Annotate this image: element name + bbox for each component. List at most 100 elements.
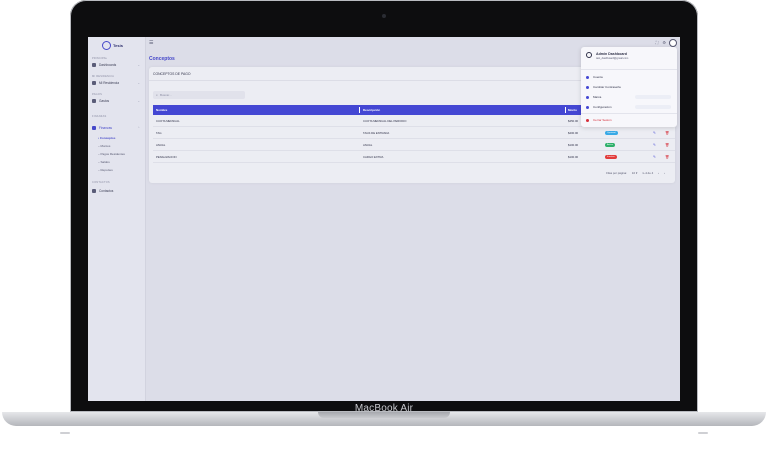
menu-item-label: Cerrar Sesión [593,118,612,122]
cell-nombre: PENALIZACION [156,154,177,159]
sidebar-subitem-label: Saldos [100,160,110,164]
avatar[interactable] [669,39,677,47]
menu-item-marca[interactable]: Marca [586,95,601,99]
settings-icon [586,105,589,109]
menu-item-configuracion[interactable]: Configuración [586,105,612,109]
sidebar-item-contactos[interactable]: Contactos [92,187,140,195]
menu-icon[interactable]: ☰ [149,40,153,46]
cell-descripcion: ANUAL [363,142,373,147]
cell-nombre: TAG [156,130,162,135]
cell-descripcion: CUOTA MENSUAL DEL PERIODO [363,118,407,123]
rows-per-page-value: 10 [631,171,636,175]
menu-item-logout[interactable]: Cerrar Sesión [586,118,612,122]
user-icon [586,52,592,58]
edit-icon[interactable]: ✎ [653,131,656,135]
table-row[interactable]: ANUAL ANUAL $100.00 Activo ✎ 🗑 [153,139,675,151]
sidebar-subitem-montos[interactable]: – Montos [98,144,110,148]
money-icon [92,126,96,130]
status-badge: Inactivo [605,154,617,159]
toggle-track [635,105,671,109]
cell-monto: $450.00 [568,118,579,123]
page-range: 1–4 de 4 [642,171,654,175]
settings-icon[interactable]: ⚙ [662,40,666,45]
sidebar-item-finanzas[interactable]: Finanzas ⌃ [92,124,140,132]
sidebar-item-label: Gastos [99,99,110,103]
logo[interactable]: Tesis [102,41,123,50]
delete-icon[interactable]: 🗑 [665,143,669,147]
search-icon: ⌕ [156,93,158,97]
sidebar-subitem-saldos[interactable]: – Saldos [98,160,110,164]
cell-monto: $100.00 [568,154,579,159]
brand-icon [586,95,589,99]
sidebar-section: PAGOS [92,93,103,96]
home-icon [92,63,96,67]
laptop-foot [698,432,708,434]
sidebar-section: PRINCIPAL [92,57,108,60]
profile-name: Admin Dashboard [596,52,627,56]
rows-per-page-select[interactable]: 10 ▾ [632,171,637,175]
divider [581,69,677,70]
top-icons: ⛶ ⚙ [656,40,666,45]
sidebar-item-residencia[interactable]: Mi Residencia ⌄ [92,79,140,87]
chevron-down-icon: ⌄ [137,99,140,103]
delete-icon[interactable]: 🗑 [665,131,669,135]
next-page-icon[interactable]: › [664,171,665,175]
logo-icon [102,41,111,50]
column-separator [565,107,566,113]
sidebar-subitem-label: Montos [100,144,111,148]
power-icon [586,118,589,122]
sidebar-item-dashboards[interactable]: Dashboards ⌄ [92,61,140,69]
menu-item-label: Cambiar Contraseña [593,85,621,89]
fullscreen-icon[interactable]: ⛶ [656,40,659,45]
sidebar-section: FINANZAS [92,115,107,118]
cell-monto: $400.00 [568,130,579,135]
chevron-up-icon: ⌃ [137,126,140,130]
sidebar-subitem-conceptos[interactable]: • Conceptos [98,136,115,140]
profile-email: test_dashboard@gmail.com [596,57,629,60]
edit-icon[interactable]: ✎ [653,143,656,147]
edit-icon[interactable]: ✎ [653,155,656,159]
sidebar-subitem-label: Conceptos [99,136,116,140]
profile-dropdown: Admin Dashboard test_dashboard@gmail.com… [581,47,677,127]
sidebar-item-label: Dashboards [99,63,117,67]
cell-descripcion: TAGS DE ENTRADA [363,130,390,135]
status-badge: Activo [605,142,615,147]
column-header-nombre[interactable]: Nombre [156,108,167,112]
laptop-notch [318,412,450,418]
column-header-descripcion[interactable]: Descripción [363,108,380,112]
sidebar-subitem-label: Reportes [100,168,113,172]
sidebar-item-label: Mi Residencia [99,81,120,85]
status-badge: Opcional [605,130,618,135]
cell-nombre: ANUAL [156,142,166,147]
prev-page-icon[interactable]: ‹ [658,171,659,175]
table-row[interactable]: PENALIZACION CARGO EXTRA $100.00 Inactiv… [153,151,675,163]
profile-header: Admin Dashboard test_dashboard@gmail.com [586,52,628,60]
laptop-foot [60,432,70,434]
toggle-track [635,95,671,99]
page-title: Conceptos [149,56,175,62]
building-icon [92,81,96,85]
menu-item-password[interactable]: Cambiar Contraseña [586,85,621,89]
account-icon [586,75,589,79]
table-row[interactable]: TAG TAGS DE ENTRADA $400.00 Opcional ✎ 🗑 [153,127,675,139]
column-header-monto[interactable]: Monto [568,108,577,112]
sidebar-section: MI RESIDENCIA [92,75,115,78]
menu-item-cuenta[interactable]: Cuenta [586,75,603,79]
sidebar-item-gastos[interactable]: Gastos ⌄ [92,97,140,105]
chevron-down-icon: ⌄ [137,63,140,67]
menu-item-label: Configuración [593,105,612,109]
delete-icon[interactable]: 🗑 [665,155,669,159]
wallet-icon [92,99,96,103]
search-input[interactable] [159,93,240,97]
sidebar-subitem-pagos[interactable]: – Pagos Residentes [98,152,125,156]
lock-icon [586,85,589,89]
screen: Tesis PRINCIPAL Dashboards ⌄ MI RESIDENC… [88,37,680,401]
sidebar: Tesis PRINCIPAL Dashboards ⌄ MI RESIDENC… [88,37,146,401]
cell-monto: $100.00 [568,142,579,147]
chevron-down-icon: ⌄ [137,81,140,85]
menu-item-label: Cuenta [593,75,603,79]
logo-text: Tesis [113,43,123,48]
sidebar-subitem-reportes[interactable]: – Reportes [98,168,113,172]
search-box: ⌕ [153,91,245,99]
sidebar-item-label: Contactos [99,189,114,193]
